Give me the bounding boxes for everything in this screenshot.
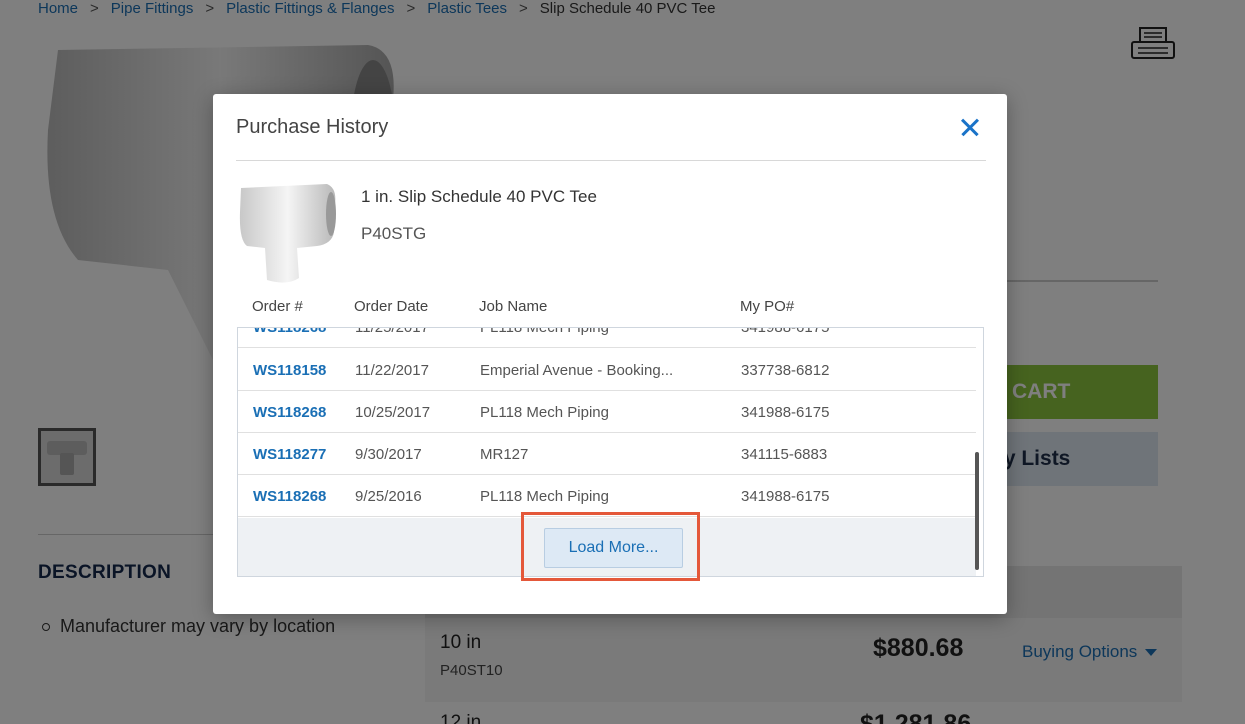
product-thumbnail: [239, 184, 336, 283]
close-icon[interactable]: [955, 112, 985, 142]
order-date: 11/22/2017: [355, 362, 429, 379]
order-date: 11/25/2017: [355, 327, 429, 336]
job-name: MR127: [480, 446, 529, 463]
modal-title: Purchase History: [236, 116, 389, 138]
table-row: WS118158 11/22/2017 Emperial Avenue - Bo…: [238, 349, 976, 391]
job-name: Emperial Avenue - Booking...: [480, 362, 674, 379]
column-header-date: Order Date: [354, 298, 429, 315]
order-link[interactable]: WS118268: [253, 404, 326, 421]
order-date: 9/30/2017: [355, 446, 422, 463]
order-link[interactable]: WS118268: [253, 328, 326, 336]
order-link[interactable]: WS118268: [253, 488, 326, 505]
table-row: WS118268 9/25/2016 PL118 Mech Piping 341…: [238, 475, 976, 517]
job-name: PL118 Mech Piping: [480, 488, 609, 505]
table-row: WS118268 11/25/2017 PL118 Mech Piping 34…: [238, 327, 976, 348]
table-row: WS118277 9/30/2017 MR127 341115-6883: [238, 433, 976, 475]
highlight-box: [521, 512, 700, 581]
scrollbar[interactable]: [975, 452, 979, 570]
column-header-order: Order #: [252, 298, 303, 315]
table-row: WS118268 10/25/2017 PL118 Mech Piping 34…: [238, 391, 976, 433]
column-header-job: Job Name: [479, 298, 548, 315]
po-number: 341988-6175: [741, 404, 830, 421]
job-name: PL118 Mech Piping: [480, 327, 609, 336]
column-header-po: My PO#: [740, 298, 795, 315]
po-number: 337738-6812: [741, 362, 830, 379]
po-number: 341988-6175: [741, 488, 830, 505]
table-header: Order # Order Date Job Name My PO#: [237, 298, 987, 320]
modal-divider: [236, 160, 986, 161]
product-name: 1 in. Slip Schedule 40 PVC Tee: [361, 187, 597, 206]
order-date: 9/25/2016: [355, 488, 422, 505]
order-date: 10/25/2017: [355, 404, 431, 421]
job-name: PL118 Mech Piping: [480, 404, 609, 421]
order-link[interactable]: WS118158: [253, 362, 326, 379]
po-number: 341988-6175: [741, 327, 830, 336]
product-sku: P40STG: [361, 224, 427, 243]
order-link[interactable]: WS118277: [253, 446, 326, 463]
po-number: 341115-6883: [741, 446, 828, 463]
